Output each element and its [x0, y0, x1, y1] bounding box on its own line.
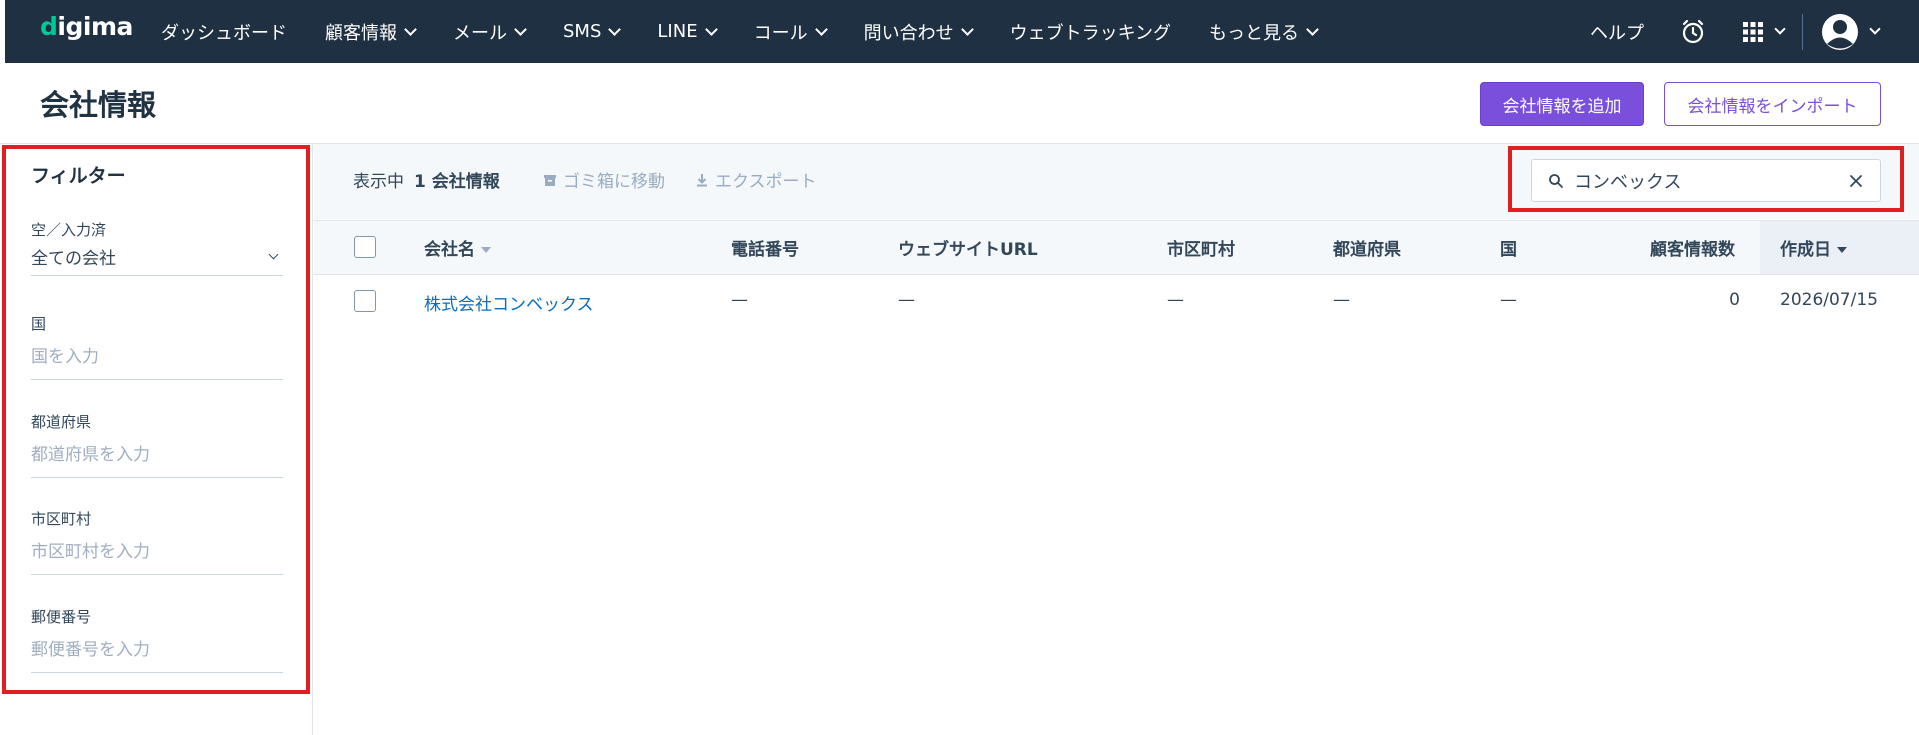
- add-company-button[interactable]: 会社情報を追加: [1480, 82, 1644, 126]
- user-avatar-icon: [1822, 13, 1858, 50]
- column-country[interactable]: 国: [1500, 235, 1517, 260]
- column-label: 作成日: [1780, 240, 1831, 260]
- phone-cell: —: [731, 290, 748, 310]
- nav-item-8[interactable]: もっと見る: [1209, 19, 1319, 45]
- column-company-name[interactable]: 会社名: [424, 235, 491, 260]
- help-link[interactable]: ヘルプ: [1590, 19, 1644, 45]
- select-all-checkbox[interactable]: [354, 236, 376, 258]
- filter-select-value: 全ての会社: [31, 249, 116, 269]
- nav-item-0[interactable]: ダッシュボード: [161, 19, 287, 45]
- website-cell: —: [898, 290, 915, 310]
- alarm-clock-icon[interactable]: [1680, 19, 1706, 45]
- nav-item-5[interactable]: コール: [753, 19, 828, 45]
- country-input[interactable]: 国を入力: [31, 342, 283, 379]
- chevron-down-icon: [1306, 22, 1319, 36]
- nav-item-7[interactable]: ウェブトラッキング: [1010, 19, 1171, 45]
- search-field[interactable]: [1531, 159, 1881, 202]
- created-date-cell: 2026/07/15: [1780, 290, 1878, 310]
- nav-item-label: もっと見る: [1209, 22, 1300, 44]
- column-city[interactable]: 市区町村: [1167, 235, 1235, 260]
- trash-label: ゴミ箱に移動: [563, 172, 665, 192]
- nav-item-3[interactable]: SMS: [563, 21, 622, 42]
- download-icon: [697, 173, 707, 186]
- company-name-link[interactable]: 株式会社コンベックス: [424, 290, 594, 315]
- city-input[interactable]: 市区町村を入力: [31, 537, 283, 574]
- filter-label: 都道府県: [31, 413, 92, 431]
- nav-item-label: 問い合わせ: [863, 22, 954, 44]
- row-checkbox[interactable]: [354, 290, 376, 312]
- column-created-date[interactable]: 作成日: [1780, 235, 1847, 260]
- digima-logo[interactable]: digima: [40, 12, 133, 41]
- account-menu-button[interactable]: [1821, 13, 1881, 51]
- export-label: エクスポート: [715, 172, 817, 192]
- nav-right-area: ヘルプ: [1590, 0, 1881, 63]
- filter-empty-filled[interactable]: 空／入力済 全ての会社: [31, 219, 283, 276]
- showing-count: 1 会社情報: [414, 172, 500, 192]
- filter-select[interactable]: 全ての会社: [31, 244, 283, 275]
- contact-count-cell: 0: [1729, 290, 1740, 310]
- chevron-down-icon: [704, 22, 718, 36]
- sort-caret-icon: [481, 247, 491, 253]
- prefecture-input[interactable]: 都道府県を入力: [31, 440, 283, 477]
- chevron-down-icon: [1774, 23, 1786, 35]
- chevron-down-icon: [608, 22, 622, 36]
- main-nav: ダッシュボード 顧客情報 メール SMS LINE コール 問い合わせ ウェブトラッキング もっ…: [161, 0, 1355, 63]
- filter-label: 国: [31, 315, 47, 333]
- chevron-down-icon: [814, 22, 828, 36]
- search-input[interactable]: [1574, 170, 1848, 191]
- logo-rest: igima: [57, 12, 133, 41]
- nav-item-label: ウェブトラッキング: [1009, 22, 1172, 44]
- nav-item-6[interactable]: 問い合わせ: [863, 19, 974, 45]
- nav-item-1[interactable]: 顧客情報: [325, 19, 417, 45]
- nav-item-label: 顧客情報: [325, 22, 397, 44]
- city-cell: —: [1167, 290, 1184, 310]
- chevron-down-icon: [1869, 23, 1881, 35]
- filter-label: 郵便番号: [31, 608, 92, 626]
- top-navigation-bar: digima ダッシュボード 顧客情報 メール SMS LINE コール 問い合わせ ウェブト…: [5, 0, 1919, 63]
- nav-item-label: SMS: [563, 21, 602, 42]
- country-cell: —: [1500, 290, 1517, 310]
- nav-item-4[interactable]: LINE: [657, 21, 718, 42]
- page-title: 会社情報: [40, 88, 157, 122]
- filter-postal-code[interactable]: 郵便番号 郵便番号を入力: [31, 606, 283, 673]
- filter-label: 市区町村: [31, 510, 92, 528]
- column-contact-count[interactable]: 顧客情報数: [1646, 235, 1735, 260]
- filter-country[interactable]: 国 国を入力: [31, 313, 283, 380]
- column-label: 会社名: [424, 240, 475, 260]
- nav-item-label: メール: [453, 22, 507, 44]
- showing-prefix: 表示中: [353, 172, 404, 192]
- chevron-down-icon: [404, 22, 417, 36]
- nav-item-2[interactable]: メール: [453, 19, 527, 45]
- apps-grid-icon: [1743, 21, 1763, 42]
- filter-label: 空／入力済: [31, 221, 107, 239]
- filter-title: フィルター: [31, 165, 126, 187]
- nav-item-label: ダッシュボード: [161, 22, 287, 44]
- search-icon: [1549, 173, 1563, 188]
- nav-item-label: コール: [753, 22, 808, 44]
- record-count: 表示中 1 会社情報: [353, 167, 500, 192]
- prefecture-cell: —: [1333, 290, 1350, 310]
- sort-caret-icon: [1837, 247, 1847, 253]
- import-company-button[interactable]: 会社情報をインポート: [1664, 82, 1881, 126]
- apps-menu-button[interactable]: [1742, 21, 1786, 43]
- nav-item-label: LINE: [657, 21, 698, 42]
- move-to-trash-button[interactable]: ゴミ箱に移動: [543, 167, 665, 192]
- filter-prefecture[interactable]: 都道府県 都道府県を入力: [31, 411, 283, 478]
- chevron-down-icon: [268, 249, 279, 260]
- chevron-down-icon: [960, 22, 974, 36]
- chevron-down-icon: [514, 22, 527, 36]
- column-phone[interactable]: 電話番号: [731, 235, 799, 260]
- postal-code-input[interactable]: 郵便番号を入力: [31, 635, 283, 672]
- clear-search-icon[interactable]: [1848, 173, 1864, 189]
- export-button[interactable]: エクスポート: [695, 167, 817, 192]
- trash-box-icon: [544, 174, 556, 186]
- column-website-url[interactable]: ウェブサイトURL: [898, 235, 1038, 260]
- column-prefecture[interactable]: 都道府県: [1333, 235, 1401, 260]
- filter-city[interactable]: 市区町村 市区町村を入力: [31, 508, 283, 575]
- nav-divider: [1802, 13, 1803, 50]
